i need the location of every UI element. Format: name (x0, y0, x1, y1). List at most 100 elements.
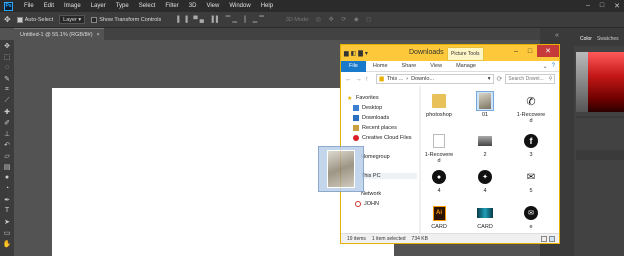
file-item-01[interactable]: 01 (469, 90, 501, 128)
tab-share[interactable]: Share (395, 63, 424, 69)
file-item-1-recovered[interactable]: ✆ 1-Recovere d (515, 90, 547, 128)
document-tab[interactable]: Untitled-1 @ 55.1% (RGB/8#) × (14, 28, 104, 40)
type-tool-icon[interactable]: T (0, 205, 14, 216)
forward-icon[interactable]: → (355, 76, 362, 83)
back-icon[interactable]: ← (345, 76, 352, 83)
menu-filter[interactable]: Filter (160, 3, 183, 9)
menu-image[interactable]: Image (59, 3, 86, 9)
show-transform-option[interactable]: Show Transform Controls (91, 16, 161, 23)
minimize-icon[interactable]: – (509, 45, 523, 57)
auto-select-option[interactable]: Auto-Select (16, 16, 53, 23)
breadcrumb-this-pc[interactable]: This ... (387, 76, 404, 82)
menu-window[interactable]: Window (224, 3, 255, 9)
eraser-tool-icon[interactable]: ▱ (0, 150, 14, 161)
color-panel-tabs: Color Swatches (574, 28, 624, 46)
tab-swatches[interactable]: Swatches (597, 36, 619, 46)
file-item-5[interactable]: ✉ 5 (515, 166, 547, 204)
menu-select[interactable]: Select (134, 3, 161, 9)
3d-mode-icons[interactable]: ◎ ✥ ⟳ ◆ ◻ (316, 16, 375, 23)
auto-select-checkbox[interactable] (16, 16, 23, 23)
eyedropper-tool-icon[interactable]: ⟋ (0, 95, 14, 106)
menu-help[interactable]: Help (256, 3, 278, 9)
address-bar[interactable]: ▆ This ... › Downlo... ▾ (375, 74, 494, 84)
align-icons[interactable]: ▌▐ ▀▄ ▐▌ ▔▁ ║ ▁▔ (177, 16, 266, 23)
picture-tools-tab[interactable]: Picture Tools (447, 47, 484, 61)
folder-icon (431, 92, 447, 110)
healing-tool-icon[interactable]: ✚ (0, 106, 14, 117)
no-entry-icon (355, 201, 361, 207)
nav-item-favorites[interactable]: ★ Favorites (347, 95, 379, 102)
breadcrumb-downloads[interactable]: Downlo... (411, 76, 434, 82)
menu-3d[interactable]: 3D (184, 3, 202, 9)
tab-file[interactable]: File (341, 60, 366, 72)
nav-item-john[interactable]: JOHN (355, 201, 379, 207)
expand-ribbon-icon[interactable]: ⌄ (543, 63, 552, 70)
nav-item-this-pc[interactable]: This PC (361, 173, 417, 179)
file-item-4-2[interactable]: ✦ 4 (469, 166, 501, 204)
blur-tool-icon[interactable]: ● (0, 172, 14, 183)
search-input[interactable]: Search Downl... ⚲ (505, 74, 556, 84)
panel-header (576, 150, 624, 160)
nav-item-desktop[interactable]: Desktop (353, 105, 382, 111)
clone-stamp-tool-icon[interactable]: ⊥ (0, 128, 14, 139)
move-tool-icon[interactable]: ✥ (0, 40, 14, 51)
color-ramp[interactable] (576, 52, 588, 112)
close-icon[interactable]: ✕ (614, 2, 620, 10)
pen-tool-icon[interactable]: ✒ (0, 194, 14, 205)
maximize-icon[interactable]: □ (523, 45, 537, 57)
chevron-down-icon[interactable]: ▾ (365, 50, 368, 57)
menu-view[interactable]: View (201, 3, 224, 9)
nav-item-homegroup[interactable]: Homegroup (361, 154, 390, 160)
maximize-icon[interactable]: □ (600, 2, 604, 10)
chevron-down-icon[interactable]: ▾ (488, 76, 493, 82)
file-item-3[interactable]: f 3 (515, 130, 547, 168)
nav-item-network[interactable]: Network (361, 191, 381, 197)
crop-tool-icon[interactable]: ⌗ (0, 84, 14, 95)
color-picker-field[interactable] (588, 52, 624, 112)
tab-view[interactable]: View (423, 63, 449, 69)
tab-manage[interactable]: Manage (449, 63, 483, 69)
history-brush-tool-icon[interactable]: ↶ (0, 139, 14, 150)
move-tool-icon[interactable]: ✥ (4, 15, 11, 24)
menu-layer[interactable]: Layer (86, 3, 111, 9)
file-item-4[interactable]: ● 4 (423, 166, 455, 204)
dodge-tool-icon[interactable]: ◔ (0, 183, 14, 194)
refresh-icon[interactable]: ⟳ (497, 75, 503, 83)
help-icon[interactable]: ? (552, 63, 559, 69)
gradient-tool-icon[interactable]: ▤ (0, 161, 14, 172)
explorer-titlebar[interactable]: ▆ ◧ ▇ ▾ Picture Tools Downloads – □ ✕ (341, 45, 559, 61)
nav-item-downloads[interactable]: Downloads (353, 115, 389, 121)
details-view-icon[interactable] (541, 235, 547, 242)
show-transform-checkbox[interactable] (91, 16, 98, 23)
file-item-photoshop[interactable]: photoshop (423, 90, 455, 128)
illustrator-file-icon: Ai (431, 204, 447, 222)
tab-close-icon[interactable]: × (97, 32, 100, 38)
file-item-1-recovered-2[interactable]: 1-Recovere d (423, 130, 455, 168)
nav-item-creative-cloud[interactable]: Creative Cloud Files (353, 135, 412, 141)
tab-color[interactable]: Color (580, 36, 592, 46)
brush-tool-icon[interactable]: ✐ (0, 117, 14, 128)
hand-tool-icon[interactable]: ✋ (0, 238, 14, 249)
close-icon[interactable]: ✕ (537, 45, 559, 57)
shape-tool-icon[interactable]: ▭ (0, 227, 14, 238)
menu-type[interactable]: Type (111, 3, 134, 9)
selection-count: 1 item selected (371, 235, 406, 242)
nav-item-recent-places[interactable]: Recent places (353, 125, 397, 131)
marquee-tool-icon[interactable]: ⬚ (0, 51, 14, 62)
menu-edit[interactable]: Edit (39, 3, 59, 9)
menu-file[interactable]: File (19, 3, 39, 9)
tab-home[interactable]: Home (366, 63, 395, 69)
phone-icon: ✆ (526, 95, 536, 108)
large-icons-view-icon[interactable] (549, 235, 555, 242)
lasso-tool-icon[interactable]: ◌ (0, 62, 14, 73)
layer-select-dropdown[interactable]: Layer ▾ (59, 15, 86, 24)
collapse-icon[interactable]: « (551, 32, 563, 42)
path-select-tool-icon[interactable]: ➤ (0, 216, 14, 227)
folder-icon[interactable]: ▆ (344, 50, 349, 57)
properties-icon[interactable]: ◧ (351, 50, 357, 57)
minimize-icon[interactable]: – (586, 2, 590, 10)
quick-select-tool-icon[interactable]: ✎ (0, 73, 14, 84)
file-item-2[interactable]: 2 (469, 130, 501, 168)
new-folder-icon[interactable]: ▇ (358, 50, 363, 57)
up-icon[interactable]: ↑ (365, 76, 369, 83)
